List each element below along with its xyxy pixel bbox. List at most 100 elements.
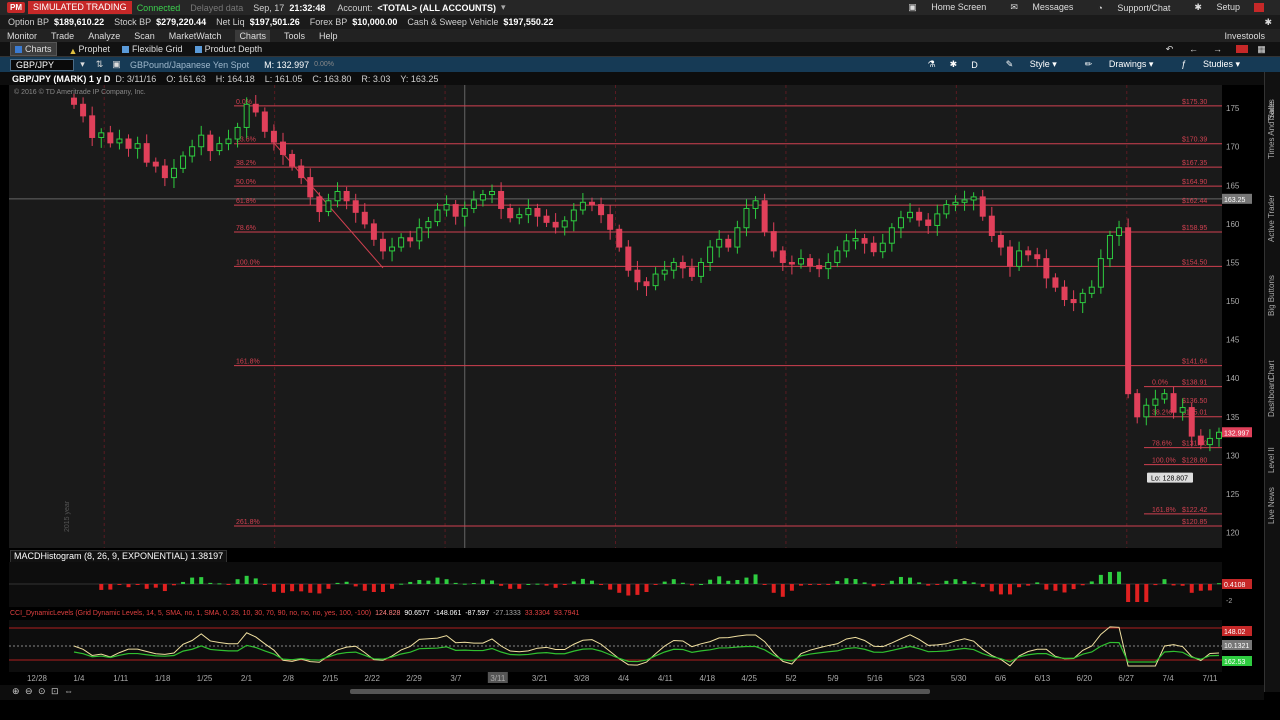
macd-bar <box>1153 584 1158 586</box>
account-selector[interactable]: <TOTAL> (ALL ACCOUNTS) <box>377 3 496 13</box>
menu-scan[interactable]: Scan <box>134 31 155 41</box>
macd-bar <box>162 584 167 592</box>
settings-icon[interactable]: ✱ <box>950 59 958 70</box>
menu-trade[interactable]: Trade <box>51 31 74 41</box>
candle-body <box>979 196 986 217</box>
back-arrow-icon[interactable]: ← <box>1188 44 1199 55</box>
subtab-prophet[interactable]: ▲ Prophet <box>68 44 111 56</box>
macd-bar <box>626 584 631 596</box>
candle-body <box>252 103 259 113</box>
account-label: Account: <box>337 2 373 13</box>
macd-bar <box>980 584 985 587</box>
candle-body <box>525 207 532 216</box>
charts-icon <box>15 45 22 53</box>
candle-body <box>389 246 396 252</box>
chart-info-bar: GBP/JPY (MARK) 1 y D D: 3/11/16 O: 161.6… <box>0 72 1280 85</box>
subtab-product-depth[interactable]: Product Depth <box>194 44 262 54</box>
candle-body <box>925 219 932 226</box>
style-button[interactable]: ✎ Style ▾ <box>992 59 1057 70</box>
candle-body <box>807 258 814 267</box>
sidebar-tab[interactable]: Live News <box>1267 487 1276 524</box>
macd-bar <box>708 579 713 584</box>
subtab-charts[interactable]: Charts <box>10 42 57 56</box>
candle-body <box>788 261 795 265</box>
cci-indicator[interactable] <box>9 620 1222 672</box>
layout-icon[interactable] <box>1236 45 1248 53</box>
candle-body <box>143 143 150 163</box>
symbol-dropdown-icon[interactable]: ▾ <box>77 59 88 70</box>
zoom-out-icon[interactable]: ⊖ <box>25 686 33 697</box>
macd-bar <box>817 584 822 585</box>
macd-bar <box>526 584 531 585</box>
date-tick-label: 5/9 <box>827 674 839 683</box>
fib-price-label: $167.35 <box>1182 160 1207 167</box>
close-window-button[interactable] <box>1254 3 1264 12</box>
macd-bar <box>671 579 676 584</box>
forward-arrow-icon[interactable]: → <box>1212 44 1223 55</box>
menu-tools[interactable]: Tools <box>284 31 305 41</box>
macd-bar <box>1062 584 1067 593</box>
macd-bar <box>599 584 604 585</box>
drawings-button[interactable]: ✏ Drawings ▾ <box>1071 59 1154 70</box>
macd-histogram[interactable] <box>9 562 1222 607</box>
prophet-icon: ▲ <box>68 45 78 56</box>
messages-button[interactable]: ✉ Messages <box>998 2 1073 13</box>
investools-link[interactable]: Investools <box>1224 31 1265 41</box>
studies-button[interactable]: ƒ Studies ▾ <box>1167 59 1240 70</box>
candle-body <box>461 207 468 217</box>
candle-body <box>125 138 132 149</box>
menu-monitor[interactable]: Monitor <box>7 31 37 41</box>
sidebar-tab[interactable]: Active Trader <box>1267 195 1276 242</box>
macd-bar <box>362 584 367 591</box>
link-icon[interactable]: ⇅ <box>94 59 105 70</box>
pm-logo: PM <box>7 2 25 13</box>
candle-body <box>961 199 968 203</box>
candle-body <box>1106 234 1113 260</box>
date-tick-label: 5/30 <box>951 674 967 683</box>
fib-extra-price: $136.50 <box>1182 398 1207 405</box>
sidebar-tab[interactable]: Dashboard <box>1267 378 1276 417</box>
menu-marketwatch[interactable]: MarketWatch <box>169 31 222 41</box>
date-tick-label: 5/23 <box>909 674 925 683</box>
subtab-flexible-grid[interactable]: Flexible Grid <box>122 44 183 54</box>
macd-bar <box>1071 584 1076 590</box>
candle-body <box>334 190 341 202</box>
flask-icon[interactable]: ⚗ <box>928 59 936 70</box>
support-chat-button[interactable]: ◔ Support/Chat <box>1085 3 1170 13</box>
home-screen-button[interactable]: ▣ Home Screen <box>896 2 986 13</box>
studies-icon: ƒ <box>1181 59 1187 69</box>
account-dropdown-icon[interactable]: ▾ <box>501 2 506 13</box>
menu-help[interactable]: Help <box>319 31 338 41</box>
candle-body <box>916 211 923 221</box>
grid-layout-icon[interactable]: ▦ <box>1256 44 1267 55</box>
sidebar-tab[interactable]: Times And Sales <box>1267 99 1276 159</box>
macd-bar <box>808 584 813 585</box>
menu-charts[interactable]: Charts <box>235 29 270 42</box>
candle-body <box>1143 404 1150 418</box>
zoom-in-icon[interactable]: ⊕ <box>12 686 20 697</box>
sidebar-tab[interactable]: Big Buttons <box>1267 275 1276 316</box>
setup-button[interactable]: ✱ Setup <box>1182 2 1240 13</box>
cash-sweep-value: $197,550.22 <box>503 17 554 27</box>
aggregation-selector[interactable]: D <box>971 60 978 70</box>
macd-bar <box>735 580 740 584</box>
menu-analyze[interactable]: Analyze <box>88 31 120 41</box>
undo-icon[interactable]: ↶ <box>1164 44 1175 55</box>
candle-body <box>943 204 950 215</box>
candle-body <box>234 126 241 140</box>
macd-bar <box>153 584 158 588</box>
candle-body <box>734 227 741 248</box>
macd-bar <box>353 584 358 587</box>
sidebar-tab[interactable]: Level II <box>1267 447 1276 473</box>
fit-icon[interactable]: ⊡ <box>51 686 59 697</box>
settings-gear-icon[interactable]: ✱ <box>1264 17 1272 28</box>
chart-scrollbar[interactable] <box>350 689 930 694</box>
price-chart[interactable]: 0.0% $175.30 23.6% $170.39 38.2% $167.35 50.0%… <box>9 85 1222 548</box>
price-chart-svg[interactable]: 0.0% $175.3023.6% $170.3938.2% $167.3550.0%… <box>9 85 1222 548</box>
symbol-input[interactable]: GBP/JPY <box>10 58 74 71</box>
zoom-reset-icon[interactable]: ⊙ <box>38 686 46 697</box>
macd-bar <box>998 584 1003 595</box>
share-icon[interactable]: ▣ <box>111 59 122 70</box>
scroll-icon[interactable]: ⇔ <box>64 686 73 696</box>
macd-bar <box>962 581 967 584</box>
